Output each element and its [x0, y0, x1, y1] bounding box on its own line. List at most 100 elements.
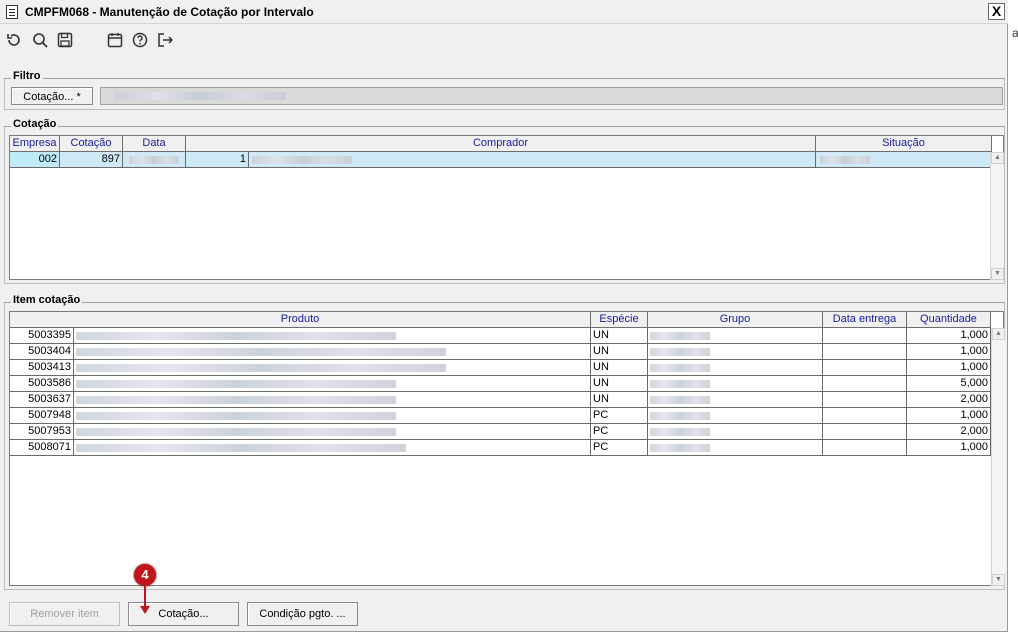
cell-grupo [648, 376, 823, 392]
cell-quantidade: 1,000 [907, 360, 991, 376]
document-icon [6, 5, 18, 19]
cell-grupo [648, 440, 823, 456]
col-data-entrega[interactable]: Data entrega [823, 312, 907, 328]
cell-situacao [816, 152, 992, 168]
item-scrollbar[interactable]: ▲ ▼ [991, 328, 1005, 586]
col-cotacao[interactable]: Cotação [60, 136, 123, 152]
cell-grupo [648, 328, 823, 344]
cell-grupo [648, 344, 823, 360]
redacted-text [650, 412, 710, 420]
col-grupo[interactable]: Grupo [648, 312, 823, 328]
remover-item-button[interactable]: Remover item [9, 602, 120, 626]
table-row[interactable]: 5007953 PC 2,000 [10, 424, 991, 440]
cotacao-group: Cotação Empresa Cotação Data Comprador S… [4, 118, 1005, 284]
cotacao-table: Empresa Cotação Data Comprador Situação … [9, 135, 1004, 280]
scroll-down-icon[interactable]: ▼ [991, 268, 1004, 280]
cell-produto-code: 5003637 [10, 392, 74, 408]
cell-quantidade: 1,000 [907, 408, 991, 424]
item-cotacao-table: Produto Espécie Grupo Data entrega Quant… [9, 311, 1005, 586]
col-quantidade[interactable]: Quantidade [907, 312, 991, 328]
col-situacao[interactable]: Situação [816, 136, 992, 152]
cell-produto-desc [74, 424, 591, 440]
table-row[interactable]: 5003413 UN 1,000 [10, 360, 991, 376]
window-title: CMPFM068 - Manutenção de Cotação por Int… [25, 5, 314, 19]
redacted-text [76, 444, 406, 452]
cell-cotacao: 897 [60, 152, 123, 168]
cell-produto-code: 5007948 [10, 408, 74, 424]
cell-produto-code: 5008071 [10, 440, 74, 456]
condicao-pgto-button[interactable]: Condição pgto. ... [247, 602, 358, 626]
scroll-up-icon[interactable]: ▲ [992, 328, 1005, 340]
filtro-label: Filtro [11, 70, 43, 82]
close-button[interactable]: X [988, 3, 1005, 20]
step-arrow-head-icon [140, 606, 150, 614]
cell-quantidade: 1,000 [907, 328, 991, 344]
cotacao-scrollbar[interactable]: ▲ ▼ [990, 152, 1004, 280]
cell-produto-desc [74, 360, 591, 376]
cell-data-entrega [823, 408, 907, 424]
help-icon[interactable] [131, 31, 149, 49]
cell-data-entrega [823, 360, 907, 376]
exit-icon[interactable] [156, 31, 174, 49]
item-cotacao-label: Item cotação [11, 294, 83, 306]
cotacao-filter-button[interactable]: Cotação... * [11, 87, 93, 105]
cell-especie: UN [591, 376, 648, 392]
redacted-text [650, 380, 710, 388]
table-row[interactable]: 5003637 UN 2,000 [10, 392, 991, 408]
toolbar [0, 27, 1008, 55]
redacted-text [820, 156, 870, 164]
col-especie[interactable]: Espécie [591, 312, 648, 328]
cell-quantidade: 2,000 [907, 424, 991, 440]
redacted-text [76, 332, 396, 340]
col-empresa[interactable]: Empresa [10, 136, 60, 152]
cell-produto-desc [74, 392, 591, 408]
cotacao-filter-field[interactable] [100, 87, 1003, 105]
cell-grupo [648, 424, 823, 440]
cell-comprador [249, 152, 816, 168]
table-row[interactable]: 5007948 PC 1,000 [10, 408, 991, 424]
cell-produto-code: 5007953 [10, 424, 74, 440]
refresh-icon[interactable] [5, 31, 23, 49]
redacted-text [650, 444, 710, 452]
redacted-text [650, 332, 710, 340]
cell-data-entrega [823, 392, 907, 408]
scroll-up-icon[interactable]: ▲ [991, 152, 1004, 164]
table-row[interactable]: 5003395 UN 1,000 [10, 328, 991, 344]
save-icon[interactable] [56, 31, 74, 49]
redacted-text [76, 380, 396, 388]
redacted-text [76, 348, 446, 356]
redacted-text [650, 428, 710, 436]
cell-grupo [648, 392, 823, 408]
step-badge: 4 [134, 564, 156, 586]
cell-especie: UN [591, 360, 648, 376]
cell-produto-desc [74, 440, 591, 456]
title-bar[interactable]: CMPFM068 - Manutenção de Cotação por Int… [0, 0, 1008, 24]
cell-data-entrega [823, 376, 907, 392]
scroll-down-icon[interactable]: ▼ [992, 574, 1005, 586]
cell-quantidade: 5,000 [907, 376, 991, 392]
cell-grupo [648, 360, 823, 376]
cell-data-entrega [823, 424, 907, 440]
redacted-text [129, 156, 179, 164]
table-row[interactable]: 5003404 UN 1,000 [10, 344, 991, 360]
redacted-text [115, 92, 285, 100]
cell-especie: PC [591, 408, 648, 424]
cell-especie: UN [591, 328, 648, 344]
calendar-icon[interactable] [106, 31, 124, 49]
cell-data-entrega [823, 328, 907, 344]
cell-quantidade: 2,000 [907, 392, 991, 408]
cell-data [123, 152, 186, 168]
redacted-text [650, 364, 710, 372]
table-row[interactable]: 5008071 PC 1,000 [10, 440, 991, 456]
cell-produto-desc [74, 408, 591, 424]
redacted-text [76, 412, 396, 420]
col-comprador[interactable]: Comprador [186, 136, 816, 152]
redacted-text [650, 348, 710, 356]
cell-especie: PC [591, 424, 648, 440]
cell-comprador-code: 1 [186, 152, 249, 168]
table-row[interactable]: 5003586 UN 5,000 [10, 376, 991, 392]
table-row[interactable]: 002 897 1 [10, 152, 992, 168]
col-data[interactable]: Data [123, 136, 186, 152]
search-icon[interactable] [31, 31, 49, 49]
col-produto[interactable]: Produto [10, 312, 591, 328]
